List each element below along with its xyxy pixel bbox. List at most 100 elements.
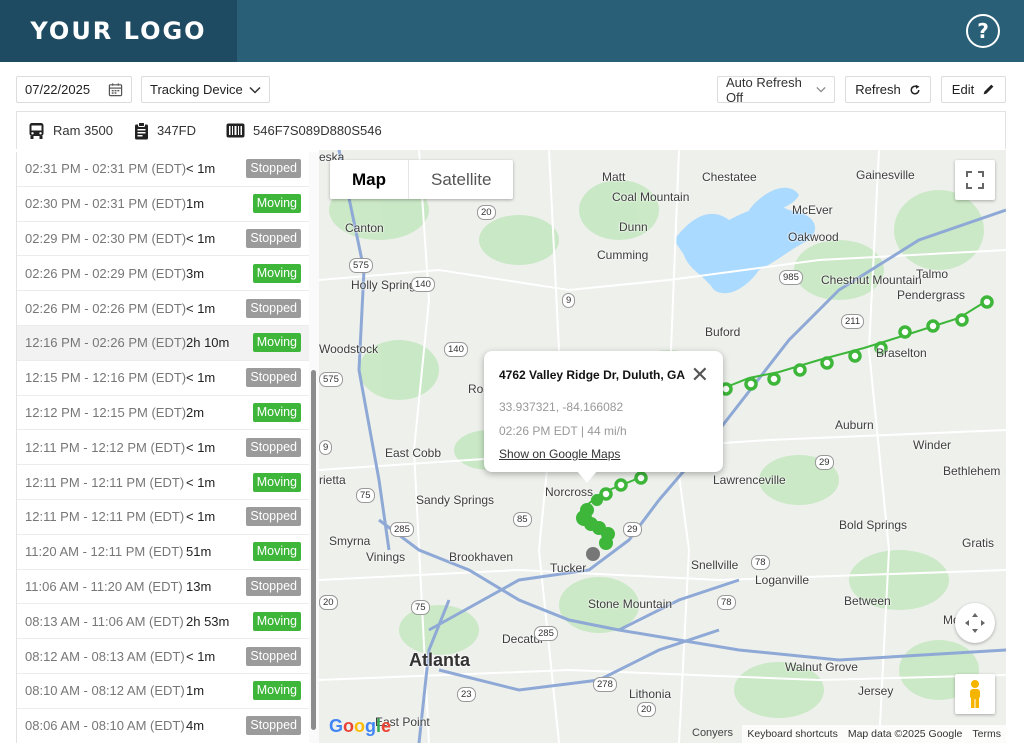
trip-duration: < 1m bbox=[186, 370, 216, 386]
route-shield: 278 bbox=[593, 677, 617, 692]
map-place-label: Dunn bbox=[619, 220, 648, 234]
trip-time: 02:29 PM - 02:30 PM (EDT) bbox=[25, 230, 187, 246]
trip-time: 02:30 PM - 02:31 PM (EDT) bbox=[25, 196, 187, 212]
map-place-label: Buford bbox=[705, 325, 741, 339]
trip-list-scrollbar[interactable] bbox=[309, 152, 319, 743]
trip-time: 08:10 AM - 08:12 AM (EDT) bbox=[25, 683, 185, 699]
trip-row[interactable]: 12:11 PM - 12:12 PM (EDT) < 1m Stopped bbox=[17, 430, 312, 466]
map-type-satellite-button[interactable]: Satellite bbox=[409, 160, 513, 199]
trip-duration: 1m bbox=[186, 683, 205, 699]
trip-row[interactable]: 02:30 PM - 02:31 PM (EDT) 1m Moving bbox=[17, 187, 312, 222]
map-place-label: East Cobb bbox=[385, 446, 442, 460]
map-place-label: Jersey bbox=[858, 684, 894, 698]
trip-duration: < 1m bbox=[186, 648, 216, 664]
status-badge: Stopped bbox=[246, 716, 301, 736]
trip-row[interactable]: 08:12 AM - 08:13 AM (EDT) < 1m Stopped bbox=[17, 639, 312, 674]
google-logo: Google bbox=[329, 716, 391, 737]
map-place-label: Between bbox=[844, 594, 891, 608]
pegman-icon[interactable] bbox=[955, 674, 995, 714]
status-badge: Stopped bbox=[246, 646, 301, 666]
barcode-icon bbox=[226, 123, 245, 138]
route-shield: 20 bbox=[319, 595, 338, 610]
trip-row[interactable]: 08:10 AM - 08:12 AM (EDT) 1m Moving bbox=[17, 674, 312, 709]
auto-refresh-select[interactable]: Auto Refresh Off bbox=[717, 74, 835, 105]
route-shield: 211 bbox=[841, 314, 865, 329]
route-shield: 75 bbox=[356, 488, 375, 503]
trip-row[interactable]: 02:29 PM - 02:30 PM (EDT) < 1m Stopped bbox=[17, 222, 312, 257]
close-icon[interactable]: ✕ bbox=[691, 364, 709, 386]
map-place-label: Snellville bbox=[691, 558, 739, 572]
map-place-label: Braselton bbox=[876, 346, 927, 360]
popup-tail bbox=[577, 471, 597, 483]
map-view[interactable]: eska Gainesville Matt Chestatee Coal Mountai… bbox=[319, 150, 1006, 743]
logo[interactable]: YOUR LOGO bbox=[0, 0, 237, 62]
date-picker[interactable]: 07/22/2025 bbox=[16, 76, 132, 103]
trip-row[interactable]: 12:11 PM - 12:11 PM (EDT) < 1m Moving bbox=[17, 465, 312, 500]
edit-button[interactable]: Edit bbox=[941, 76, 1006, 103]
terms-link[interactable]: Terms bbox=[967, 728, 1006, 740]
app-header: YOUR LOGO ? bbox=[0, 0, 1024, 62]
trip-time: 12:15 PM - 12:16 PM (EDT) bbox=[25, 370, 187, 386]
trip-row[interactable]: 12:15 PM - 12:16 PM (EDT) < 1m Stopped bbox=[17, 361, 312, 396]
trip-row[interactable]: 02:26 PM - 02:26 PM (EDT) < 1m Stopped bbox=[17, 291, 312, 326]
trip-list[interactable]: 02:31 PM - 02:31 PM (EDT) < 1m Stopped 02:3… bbox=[16, 152, 312, 743]
map-place-label: Coal Mountain bbox=[612, 190, 690, 204]
trip-duration: 2m bbox=[186, 404, 205, 420]
map-type-map-button[interactable]: Map bbox=[330, 160, 409, 199]
attribution-place: Conyers bbox=[692, 727, 733, 739]
trip-row[interactable]: 11:20 AM - 12:11 PM (EDT) 51m Moving bbox=[17, 535, 312, 570]
map-place-label: Chestnut Mountain bbox=[821, 273, 922, 287]
route-shield: 575 bbox=[349, 258, 373, 273]
help-icon[interactable]: ? bbox=[966, 14, 1000, 48]
map-place-label: Brookhaven bbox=[449, 550, 514, 564]
trip-duration: 51m bbox=[186, 544, 212, 560]
trip-row[interactable]: 11:06 AM - 11:20 AM (EDT) 13m Stopped bbox=[17, 570, 312, 605]
trip-row[interactable]: 02:31 PM - 02:31 PM (EDT) < 1m Stopped bbox=[17, 152, 312, 187]
map-place-label: Vinings bbox=[366, 550, 406, 564]
route-shield: 29 bbox=[623, 522, 642, 537]
google-logo-letter: g bbox=[365, 716, 377, 736]
fullscreen-icon[interactable] bbox=[955, 160, 995, 200]
trip-row[interactable]: 08:06 AM - 08:10 AM (EDT) 4m Stopped bbox=[17, 709, 312, 743]
scroll-thumb[interactable] bbox=[311, 370, 316, 730]
popup-coords: 33.937321, -84.166082 bbox=[499, 400, 624, 414]
trip-duration: < 1m bbox=[186, 439, 216, 455]
keyboard-shortcuts-link[interactable]: Keyboard shortcuts bbox=[742, 728, 842, 740]
status-badge: Moving bbox=[252, 263, 301, 283]
trip-duration: 2h 53m bbox=[186, 613, 230, 629]
map-place-label: Talmo bbox=[916, 267, 949, 281]
edit-label: Edit bbox=[951, 82, 975, 97]
map-place-label: Oakwood bbox=[788, 230, 839, 244]
trip-duration: < 1m bbox=[186, 300, 216, 316]
route-shield: 9 bbox=[319, 440, 333, 455]
google-logo-letter: e bbox=[381, 716, 392, 736]
chevron-down-icon bbox=[816, 86, 826, 93]
status-badge: Stopped bbox=[246, 298, 301, 318]
status-badge: Moving bbox=[252, 402, 301, 422]
trip-time: 11:06 AM - 11:20 AM (EDT) bbox=[25, 578, 183, 594]
google-logo-letter: o bbox=[343, 716, 355, 736]
trip-time: 02:26 PM - 02:26 PM (EDT) bbox=[25, 300, 187, 316]
map-place-label: Bethlehem bbox=[943, 464, 1001, 478]
device-select[interactable]: Tracking Device bbox=[141, 76, 270, 103]
route-shield: 140 bbox=[411, 277, 435, 292]
date-value: 07/22/2025 bbox=[25, 82, 91, 97]
trip-row[interactable]: 08:13 AM - 11:06 AM (EDT) 2h 53m Moving bbox=[17, 604, 312, 640]
show-on-google-maps-link[interactable]: Show on Google Maps bbox=[499, 447, 620, 461]
clipboard-icon bbox=[134, 121, 149, 140]
trip-row[interactable]: 02:26 PM - 02:29 PM (EDT) 3m Moving bbox=[17, 256, 312, 292]
map-place-label: Norcross bbox=[545, 485, 594, 499]
trip-row[interactable]: 12:11 PM - 12:11 PM (EDT) < 1m Stopped bbox=[17, 500, 312, 535]
trip-row[interactable]: 12:12 PM - 12:15 PM (EDT) 2m Moving bbox=[17, 396, 312, 431]
trip-row[interactable]: 12:16 PM - 02:26 PM (EDT) 2h 10m Moving bbox=[17, 325, 312, 361]
map-place-label: Bold Springs bbox=[839, 518, 908, 532]
trip-time: 12:12 PM - 12:15 PM (EDT) bbox=[25, 404, 187, 420]
pan-control-icon[interactable] bbox=[955, 603, 995, 643]
refresh-button[interactable]: Refresh bbox=[845, 76, 931, 103]
auto-refresh-value: Auto Refresh Off bbox=[726, 74, 802, 105]
map-place-label: Woodstock bbox=[319, 342, 379, 356]
route-shield: 9 bbox=[562, 293, 576, 308]
calendar-icon[interactable] bbox=[108, 82, 123, 97]
status-badge: Moving bbox=[252, 472, 301, 492]
trip-time: 12:11 PM - 12:12 PM (EDT) bbox=[25, 439, 186, 455]
